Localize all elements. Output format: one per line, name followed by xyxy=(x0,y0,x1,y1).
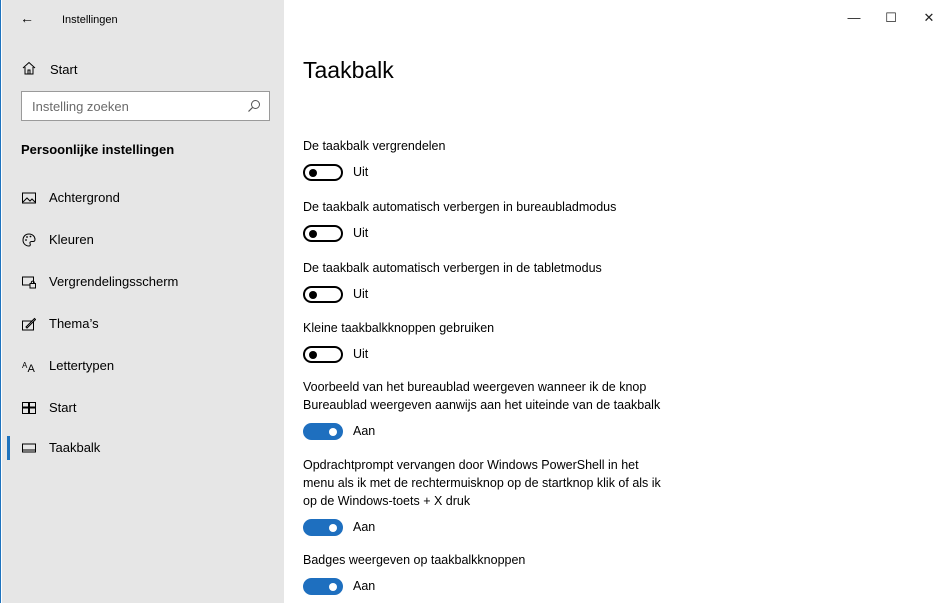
sidebar-item-themas[interactable]: Thema’s xyxy=(2,304,284,344)
sidebar-item-achtergrond[interactable]: Achtergrond xyxy=(2,178,284,218)
setting-label: Voorbeeld van het bureaublad weergeven w… xyxy=(303,378,703,414)
font-icon: A A xyxy=(22,361,36,373)
back-arrow-icon[interactable]: ← xyxy=(19,10,35,26)
picture-icon xyxy=(22,192,36,204)
toggle-row: Aan xyxy=(303,576,703,598)
toggle-state: Aan xyxy=(353,579,376,593)
toggle-state: Uit xyxy=(353,165,369,179)
sidebar-item-label: Start xyxy=(49,400,77,415)
sidebar-item-label: Taakbalk xyxy=(49,440,101,455)
palette-icon xyxy=(22,233,36,247)
search-box[interactable] xyxy=(21,91,270,121)
setting-label: De taakbalk vergrendelen xyxy=(303,139,446,153)
toggle-switch[interactable] xyxy=(303,578,343,595)
setting-autohide-desktop: De taakbalk automatisch verbergen in bur… xyxy=(303,198,703,245)
toggle-knob xyxy=(329,582,337,591)
toggle-row: Aan xyxy=(303,517,703,539)
brush-icon xyxy=(22,317,36,331)
toggle-knob xyxy=(309,229,317,238)
home-label: Start xyxy=(50,62,78,77)
toggle-knob xyxy=(309,350,317,359)
sidebar-item-start[interactable]: Start xyxy=(2,388,284,428)
setting-label-line: menu als ik met de rechtermuisknop op de… xyxy=(303,476,661,490)
toggle-knob xyxy=(329,523,337,532)
toggle-state: Uit xyxy=(353,226,369,240)
sidebar-item-label: Achtergrond xyxy=(49,190,120,205)
maximize-icon[interactable]: ☐ xyxy=(876,6,906,30)
setting-label-line: Opdrachtprompt vervangen door Windows Po… xyxy=(303,458,639,472)
app-title: Instellingen xyxy=(62,14,118,26)
sidebar-item-label: Kleuren xyxy=(49,232,94,247)
minimize-icon[interactable]: — xyxy=(839,6,869,30)
setting-label: De taakbalk automatisch verbergen in de … xyxy=(303,261,602,275)
selected-indicator xyxy=(7,436,10,460)
sidebar-item-vergrendelingsscherm[interactable]: Vergrendelingsscherm xyxy=(2,262,284,302)
sidebar: ← Instellingen Start Persoonlijke instel… xyxy=(2,0,284,603)
toggle-state: Uit xyxy=(353,287,369,301)
toggle-switch[interactable] xyxy=(303,423,343,440)
home-icon xyxy=(22,61,36,75)
sidebar-item-kleuren[interactable]: Kleuren xyxy=(2,220,284,260)
section-heading: Persoonlijke instellingen xyxy=(21,142,175,157)
search-icon[interactable] xyxy=(247,99,261,113)
sidebar-item-label: Vergrendelingsscherm xyxy=(49,274,179,289)
close-icon[interactable]: ✕ xyxy=(914,6,944,30)
sidebar-item-lettertypen[interactable]: A A Lettertypen xyxy=(2,346,284,386)
toggle-knob xyxy=(309,168,317,177)
page-title: Taakbalk xyxy=(303,57,394,83)
search-input[interactable] xyxy=(22,92,242,120)
sidebar-item-label: Lettertypen xyxy=(49,358,115,373)
toggle-switch[interactable] xyxy=(303,286,343,303)
toggle-row: Uit xyxy=(303,344,703,366)
toggle-row: Uit xyxy=(303,162,703,184)
setting-powershell: Opdrachtprompt vervangen door Windows Po… xyxy=(303,456,703,539)
toggle-state: Aan xyxy=(353,520,376,534)
toggle-row: Uit xyxy=(303,223,703,245)
toggle-state: Aan xyxy=(353,424,376,438)
toggle-state: Uit xyxy=(353,347,369,361)
toggle-switch[interactable] xyxy=(303,225,343,242)
toggle-switch[interactable] xyxy=(303,346,343,363)
taskbar-icon xyxy=(22,443,36,453)
titlebar-left: ← Instellingen xyxy=(2,0,284,38)
toggle-switch[interactable] xyxy=(303,164,343,181)
sidebar-item-taakbalk[interactable]: Taakbalk xyxy=(2,428,284,468)
sidebar-item-label: Thema’s xyxy=(49,316,99,331)
toggle-knob xyxy=(309,290,317,299)
toggle-row: Aan xyxy=(303,421,703,443)
setting-small-buttons: Kleine taakbalkknoppen gebruiken Uit xyxy=(303,319,703,366)
sidebar-item-home[interactable]: Start xyxy=(2,56,284,84)
setting-label-line: Bureaublad weergeven aanwijs aan het uit… xyxy=(303,398,661,412)
setting-peek: Voorbeeld van het bureaublad weergeven w… xyxy=(303,378,703,443)
titlebar: — ☐ ✕ xyxy=(284,0,947,38)
setting-label-line: Voorbeeld van het bureaublad weergeven w… xyxy=(303,380,647,394)
start-tiles-icon xyxy=(22,402,36,414)
setting-label: Opdrachtprompt vervangen door Windows Po… xyxy=(303,456,703,510)
svg-text:A: A xyxy=(28,363,36,373)
toggle-switch[interactable] xyxy=(303,519,343,536)
setting-lock-taskbar: De taakbalk vergrendelen Uit xyxy=(303,137,703,184)
setting-label-line: op de Windows-toets + X druk xyxy=(303,494,471,508)
setting-label: De taakbalk automatisch verbergen in bur… xyxy=(303,200,617,214)
toggle-knob xyxy=(329,427,337,436)
settings-window: ← Instellingen Start Persoonlijke instel… xyxy=(0,0,947,603)
lock-screen-icon xyxy=(22,276,36,289)
setting-badges: Badges weergeven op taakbalkknoppen Aan xyxy=(303,551,703,598)
setting-autohide-tablet: De taakbalk automatisch verbergen in de … xyxy=(303,259,703,306)
setting-label: Badges weergeven op taakbalkknoppen xyxy=(303,553,526,567)
setting-label: Kleine taakbalkknoppen gebruiken xyxy=(303,321,495,335)
toggle-row: Uit xyxy=(303,284,703,306)
